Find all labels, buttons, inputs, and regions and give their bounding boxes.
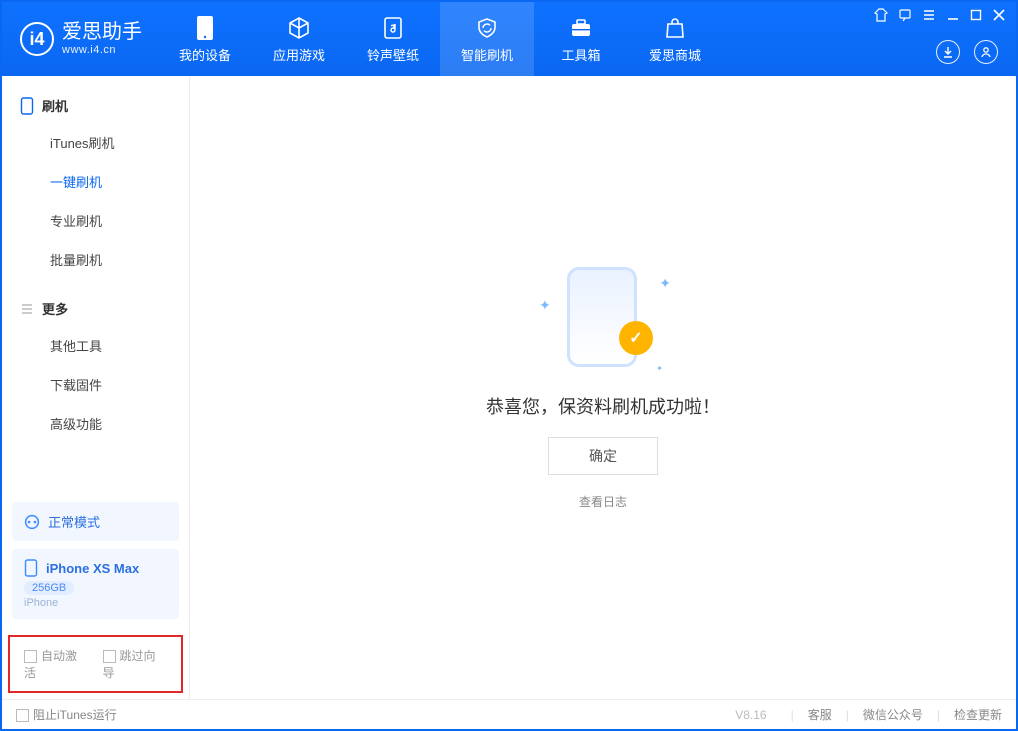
- tab-my-device[interactable]: 我的设备: [158, 2, 252, 76]
- version-label: V8.16: [735, 708, 766, 722]
- footer-link-update[interactable]: 检查更新: [954, 706, 1002, 723]
- app-subtitle: www.i4.cn: [62, 44, 142, 56]
- list-icon: [20, 302, 34, 316]
- sidebar-section-more: 更多 其他工具 下载固件 高级功能: [2, 279, 189, 443]
- device-icon: [192, 15, 218, 41]
- tab-toolbox[interactable]: 工具箱: [534, 2, 628, 76]
- tab-apps-games[interactable]: 应用游戏: [252, 2, 346, 76]
- tab-store[interactable]: 爱思商城: [628, 2, 722, 76]
- menu-icon[interactable]: [922, 8, 936, 22]
- sidebar-item-other-tools[interactable]: 其他工具: [2, 326, 189, 365]
- skip-guide-checkbox[interactable]: 跳过向导: [103, 647, 168, 681]
- check-badge-icon: ✓: [619, 321, 653, 355]
- close-icon[interactable]: [992, 8, 1006, 22]
- sidebar-item-oneclick-flash[interactable]: 一键刷机: [2, 162, 189, 201]
- sidebar-head-more: 更多: [2, 291, 189, 326]
- device-card[interactable]: iPhone XS Max 256GB iPhone: [12, 549, 179, 619]
- minimize-icon[interactable]: [946, 8, 960, 22]
- sparkle-icon: ✦: [659, 275, 671, 292]
- sidebar-item-itunes-flash[interactable]: iTunes刷机: [2, 123, 189, 162]
- mode-card[interactable]: 正常模式: [12, 502, 179, 541]
- app-name: 爱思助手: [62, 22, 142, 42]
- shirt-icon[interactable]: [874, 8, 888, 22]
- block-itunes-checkbox[interactable]: 阻止iTunes运行: [16, 706, 117, 723]
- bag-icon: [662, 15, 688, 41]
- sidebar-item-pro-flash[interactable]: 专业刷机: [2, 201, 189, 240]
- sync-icon: [24, 514, 40, 530]
- highlighted-options: 自动激活 跳过向导: [8, 635, 183, 693]
- feedback-icon[interactable]: [898, 8, 912, 22]
- success-message: 恭喜您，保资料刷机成功啦！: [486, 393, 720, 419]
- app-logo-icon: i4: [20, 22, 54, 56]
- status-bar: 阻止iTunes运行 V8.16 | 客服 | 微信公众号 | 检查更新: [2, 699, 1016, 729]
- sidebar-head-flash: 刷机: [2, 88, 189, 123]
- auto-activate-checkbox[interactable]: 自动激活: [24, 647, 89, 681]
- refresh-shield-icon: [474, 15, 500, 41]
- user-button[interactable]: [974, 40, 998, 64]
- app-body: 刷机 iTunes刷机 一键刷机 专业刷机 批量刷机 更多 其他工具 下载固件 …: [2, 76, 1016, 699]
- device-cards: 正常模式 iPhone XS Max 256GB iPhone: [2, 492, 189, 629]
- maximize-icon[interactable]: [970, 9, 982, 21]
- sidebar-item-batch-flash[interactable]: 批量刷机: [2, 240, 189, 279]
- sparkle-icon: ✦: [656, 364, 663, 373]
- ok-button[interactable]: 确定: [548, 437, 658, 475]
- view-log-link[interactable]: 查看日志: [579, 493, 627, 510]
- footer-link-wechat[interactable]: 微信公众号: [863, 706, 923, 723]
- sidebar-item-download-firmware[interactable]: 下载固件: [2, 365, 189, 404]
- sidebar-section-flash: 刷机 iTunes刷机 一键刷机 专业刷机 批量刷机: [2, 76, 189, 279]
- tab-ringtones-wallpapers[interactable]: 铃声壁纸: [346, 2, 440, 76]
- music-file-icon: [380, 15, 406, 41]
- success-illustration: ✦ ✦ ✦ ✓: [533, 265, 673, 375]
- toolbox-icon: [568, 15, 594, 41]
- header-tabs: 我的设备 应用游戏 铃声壁纸 智能刷机 工具箱 爱思商城: [158, 2, 722, 76]
- sparkle-icon: ✦: [539, 297, 551, 314]
- main-content: ✦ ✦ ✦ ✓ 恭喜您，保资料刷机成功啦！ 确定 查看日志: [190, 76, 1016, 699]
- app-header: i4 爱思助手 www.i4.cn 我的设备 应用游戏 铃声壁纸 智能刷机 工具…: [2, 2, 1016, 76]
- tab-smart-flash[interactable]: 智能刷机: [440, 2, 534, 76]
- header-right-buttons: [936, 40, 998, 64]
- footer-link-support[interactable]: 客服: [808, 706, 832, 723]
- storage-badge: 256GB: [24, 581, 74, 595]
- device-small-icon: [24, 559, 38, 577]
- titlebar-controls: [874, 8, 1006, 22]
- sidebar-item-advanced[interactable]: 高级功能: [2, 404, 189, 443]
- cube-icon: [286, 15, 312, 41]
- download-button[interactable]: [936, 40, 960, 64]
- sidebar: 刷机 iTunes刷机 一键刷机 专业刷机 批量刷机 更多 其他工具 下载固件 …: [2, 76, 190, 699]
- phone-outline-icon: [20, 97, 34, 115]
- logo-area: i4 爱思助手 www.i4.cn: [2, 22, 158, 56]
